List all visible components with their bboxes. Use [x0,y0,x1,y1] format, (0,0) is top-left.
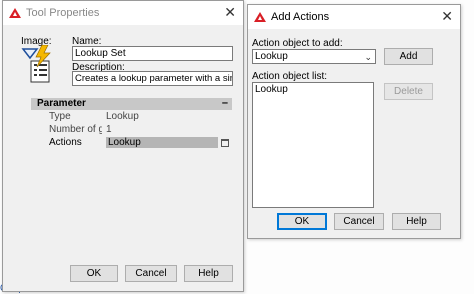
close-icon[interactable]: ✕ [441,9,453,23]
ok-button[interactable]: OK [277,213,327,230]
delete-button[interactable]: Delete [384,83,433,100]
tool-image-icon[interactable] [21,44,55,85]
action-to-add-value: Lookup [255,51,288,62]
actions-value-field[interactable]: Lookup [106,137,218,148]
property-value: 1 [106,124,112,135]
property-key: Actions [49,137,82,148]
parameter-section-header[interactable]: Parameter – [31,97,232,110]
autocad-logo-icon [9,8,21,18]
ok-button[interactable]: OK [70,265,118,282]
property-row-type[interactable]: Type Lookup [31,111,232,123]
title-bar: Tool Properties ✕ [3,1,243,25]
tool-properties-dialog: Tool Properties ✕ Image: Name: Lookup Se… [2,0,244,292]
help-button[interactable]: Help [392,213,441,230]
property-value: Lookup [106,111,139,122]
add-actions-dialog: Add Actions ✕ Action object to add: Look… [247,4,461,239]
property-key: Type [49,111,71,122]
property-key: Number of g... [49,124,102,135]
name-field[interactable]: Lookup Set [72,46,233,61]
action-to-add-combo[interactable]: Lookup ⌄ [252,49,376,64]
parameter-property-grid: Parameter – Type Lookup Number of g... 1… [31,97,232,151]
action-list-label: Action object list: [252,71,328,82]
description-field[interactable]: Creates a lookup parameter with a single… [72,71,233,86]
title-bar: Add Actions ✕ [248,5,460,29]
browse-icon[interactable] [221,139,229,147]
property-row-number[interactable]: Number of g... 1 [31,124,232,136]
parameter-section-title: Parameter [37,98,86,109]
chevron-down-icon[interactable]: ⌄ [364,51,372,63]
cancel-button[interactable]: Cancel [125,265,177,282]
help-button[interactable]: Help [184,265,233,282]
autocad-logo-icon [254,12,266,22]
close-icon[interactable]: ✕ [224,5,236,19]
action-to-add-label: Action object to add: [252,38,343,49]
dialog-title: Add Actions [271,11,330,23]
cancel-button[interactable]: Cancel [334,213,384,230]
dialog-title: Tool Properties [26,7,100,19]
action-object-list[interactable]: Lookup [252,82,374,208]
collapse-icon[interactable]: – [222,97,228,109]
property-row-actions[interactable]: Actions Lookup [31,137,232,149]
list-item[interactable]: Lookup [253,83,373,96]
add-button[interactable]: Add [384,48,433,65]
